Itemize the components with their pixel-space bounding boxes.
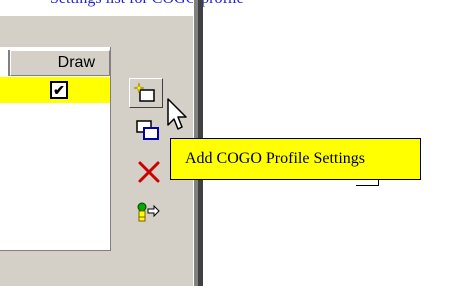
- checkmark-icon: ✔: [53, 82, 65, 98]
- tooltip-text: Add COGO Profile Settings: [185, 150, 365, 167]
- copy-icon: [136, 120, 159, 140]
- import-icon: [137, 202, 160, 222]
- page-caption-fragment: Settings list for COGO profile: [0, 0, 463, 10]
- mouse-cursor-icon: [167, 98, 187, 130]
- draw-checkbox[interactable]: ✔: [50, 81, 68, 99]
- add-settings-button[interactable]: [129, 78, 163, 108]
- delete-settings-button[interactable]: [132, 157, 166, 187]
- delete-x-icon: [138, 161, 160, 183]
- new-item-icon: [134, 82, 155, 102]
- copy-settings-button[interactable]: [132, 116, 166, 146]
- tooltip: Add COGO Profile Settings: [170, 138, 421, 180]
- column-header-draw[interactable]: Draw: [10, 50, 110, 76]
- import-settings-button[interactable]: [130, 197, 164, 227]
